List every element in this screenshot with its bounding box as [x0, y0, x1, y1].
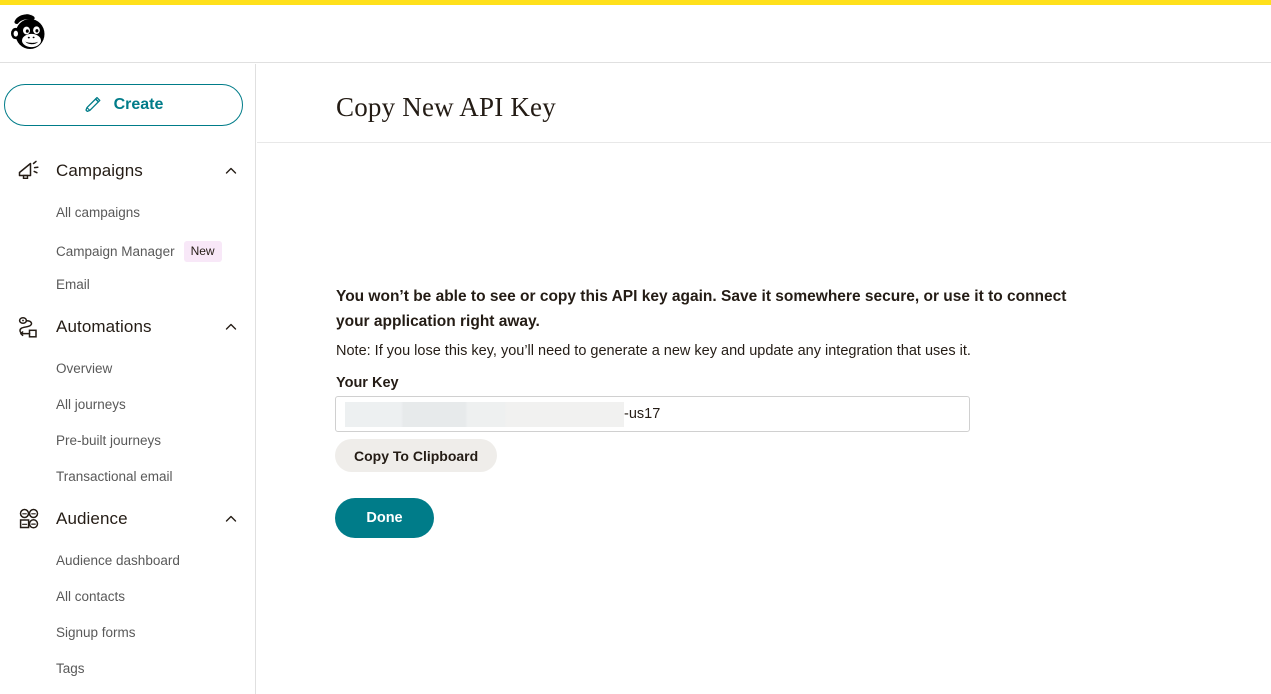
sidebar-item-transactional-email[interactable]: Transactional email: [56, 469, 173, 484]
page-title: Copy New API Key: [336, 92, 556, 122]
sidebar-item-all-campaigns[interactable]: All campaigns: [56, 205, 140, 220]
sidebar-item-campaign-manager[interactable]: Campaign Manager New: [56, 241, 222, 262]
megaphone-icon: [14, 156, 44, 186]
sidebar-section-label: Campaigns: [56, 161, 143, 180]
api-key-redaction-bar: [345, 402, 624, 427]
sidebar-item-label: Transactional email: [56, 469, 173, 484]
sidebar-section-label: Audience: [56, 509, 128, 528]
api-key-visible-suffix: -us17: [624, 406, 661, 422]
sidebar-item-label: Audience dashboard: [56, 553, 180, 568]
sidebar-item-label: All campaigns: [56, 205, 141, 220]
api-key-label: Your Key: [336, 375, 399, 391]
sidebar-item-all-journeys[interactable]: All journeys: [56, 397, 126, 412]
sidebar-item-prebuilt-journeys[interactable]: Pre-built journeys: [56, 433, 161, 448]
app-header: [0, 5, 1271, 63]
note-text: Note: If you lose this key, you’ll need …: [336, 343, 971, 359]
sidebar-item-signup-forms[interactable]: Signup forms: [56, 625, 136, 640]
status-badge-new: New: [183, 241, 222, 262]
sidebar: Create Campaigns All campaigns Campaign …: [0, 64, 256, 694]
sidebar-item-label: Overview: [56, 361, 113, 376]
sidebar-section-campaigns[interactable]: Campaigns: [0, 154, 255, 188]
chevron-up-icon[interactable]: [224, 320, 238, 334]
create-button-label: Create: [113, 96, 164, 113]
sidebar-item-label: Signup forms: [56, 625, 136, 640]
sidebar-item-all-contacts[interactable]: All contacts: [56, 589, 125, 604]
sidebar-section-automations[interactable]: Automations: [0, 310, 255, 344]
create-button[interactable]: Create: [4, 84, 243, 126]
audience-group-icon: [14, 504, 44, 534]
chevron-up-icon[interactable]: [224, 164, 238, 178]
content-body: You won’t be able to see or copy this AP…: [257, 143, 1271, 694]
api-key-input[interactable]: -us17: [335, 396, 970, 432]
sidebar-item-overview[interactable]: Overview: [56, 361, 112, 376]
warning-text: You won’t be able to see or copy this AP…: [336, 288, 1067, 330]
sidebar-item-label: Email: [56, 277, 90, 292]
copy-to-clipboard-button[interactable]: Copy To Clipboard: [335, 439, 498, 472]
sidebar-item-label: Pre-built journeys: [56, 433, 162, 448]
pencil-icon: [84, 96, 102, 114]
sidebar-item-label: Campaign Manager: [56, 244, 175, 259]
journey-path-icon: [14, 312, 44, 342]
chevron-up-icon[interactable]: [224, 512, 238, 526]
done-button[interactable]: Done: [335, 498, 434, 538]
sidebar-item-email[interactable]: Email: [56, 277, 90, 292]
sidebar-item-audience-dashboard[interactable]: Audience dashboard: [56, 553, 180, 568]
sidebar-section-audience[interactable]: Audience: [0, 502, 255, 536]
sidebar-section-label: Automations: [56, 317, 152, 336]
main-content: Copy New API Key You won’t be able to se…: [257, 64, 1271, 694]
sidebar-item-tags[interactable]: Tags: [56, 661, 85, 676]
page-header: Copy New API Key: [257, 64, 1271, 143]
sidebar-item-label: All journeys: [56, 397, 126, 412]
sidebar-item-label: All contacts: [56, 589, 126, 604]
sidebar-item-label: Tags: [56, 661, 85, 676]
mailchimp-freddie-logo[interactable]: [7, 12, 49, 56]
